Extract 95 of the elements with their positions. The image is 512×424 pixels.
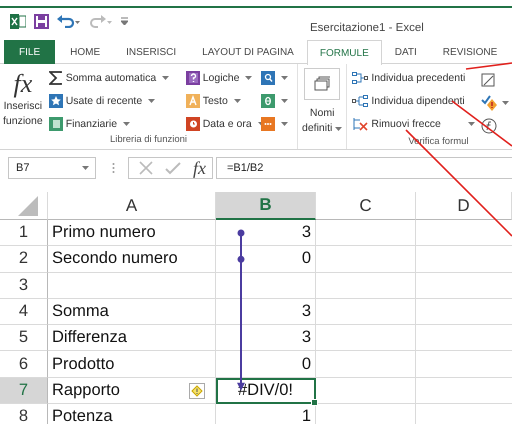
ribbon-tab[interactable]: FORMULE: [306, 40, 382, 65]
ribbon-menu-button[interactable]: Somma automatica: [46, 68, 181, 88]
caret-icon: [82, 166, 89, 170]
error-check-icon[interactable]: [480, 95, 499, 111]
ribbon-menu-button[interactable]: Finanziarie: [46, 114, 181, 134]
table-cell[interactable]: Potenza: [48, 404, 216, 424]
grip-icon: [112, 162, 115, 174]
dependents-icon: [352, 95, 368, 107]
caret-icon: [502, 101, 509, 105]
evaluate-formula-icon[interactable]: [480, 118, 497, 134]
caret-icon: [335, 126, 342, 130]
row-header[interactable]: 4: [0, 298, 48, 326]
row-header[interactable]: 2: [0, 246, 48, 273]
clock-book-icon: [186, 117, 200, 131]
caret-icon: [162, 76, 170, 80]
column-header[interactable]: B: [216, 192, 316, 220]
more-book-icon: [260, 117, 275, 131]
empty-cell[interactable]: [316, 246, 416, 273]
empty-cell[interactable]: [316, 272, 416, 299]
table-cell[interactable]: 0: [216, 351, 316, 378]
save-icon[interactable]: [34, 14, 49, 28]
table-cell[interactable]: Secondo numero: [48, 246, 216, 273]
help-book-icon: [186, 71, 200, 85]
empty-cell[interactable]: [48, 272, 216, 299]
insert-function-button[interactable]: fx Inserisci funzione: [2, 67, 44, 134]
caret-icon: [280, 76, 288, 80]
empty-cell[interactable]: [316, 351, 416, 378]
table-cell[interactable]: #DIV/0!: [216, 378, 316, 404]
table-cell[interactable]: Differenza: [48, 325, 216, 352]
empty-cell[interactable]: [316, 220, 416, 246]
select-all-corner[interactable]: [0, 192, 48, 220]
ribbon-tab[interactable]: INSERISCI: [113, 40, 190, 64]
ribbon-tab[interactable]: REVISIONE: [430, 40, 510, 64]
ribbon-menu-button[interactable]: Testo: [184, 91, 256, 111]
column-header[interactable]: D: [416, 192, 512, 220]
ribbon-tab[interactable]: HOME: [57, 40, 114, 64]
warning-icon[interactable]: [189, 382, 205, 399]
empty-cell[interactable]: [316, 325, 416, 352]
name-box[interactable]: B7: [8, 157, 96, 179]
text-book-icon: [186, 94, 200, 108]
ribbon-menu-button[interactable]: Usate di recente: [46, 91, 181, 111]
file-tab[interactable]: FILE: [4, 40, 56, 64]
ribbon-icon-button[interactable]: [258, 114, 290, 134]
ribbon-tab[interactable]: DATI: [382, 40, 430, 64]
cancel-icon[interactable]: [139, 161, 153, 175]
remove-arrows-icon: [352, 117, 368, 131]
table-cell[interactable]: Primo numero: [48, 220, 216, 246]
table-cell[interactable]: Rapporto: [48, 378, 216, 404]
ribbon-icon-button[interactable]: [258, 91, 290, 111]
caret-icon: [123, 122, 130, 126]
row-header[interactable]: 7: [0, 378, 48, 404]
ribbon-tab[interactable]: LAYOUT DI PAGINA: [189, 40, 307, 64]
caret-icon: [245, 76, 252, 80]
customize-icon[interactable]: [121, 17, 128, 25]
redo-icon[interactable]: [89, 14, 113, 28]
table-cell[interactable]: 3: [216, 325, 316, 352]
sigma-icon: [48, 71, 63, 85]
audit-button[interactable]: Individua precedenti: [350, 68, 477, 88]
caret-icon: [148, 99, 156, 103]
audit-button[interactable]: Individua dipendenti: [350, 91, 477, 111]
star-book-icon: [48, 94, 63, 108]
ledger-icon: [48, 117, 63, 131]
caret-icon: [234, 99, 241, 103]
row-header[interactable]: 3: [0, 272, 48, 299]
enter-icon[interactable]: [165, 161, 181, 175]
precedents-icon: [352, 72, 368, 84]
caret-icon: [468, 122, 475, 126]
undo-icon[interactable]: [57, 14, 81, 28]
row-header[interactable]: 8: [0, 404, 48, 424]
insert-function-button[interactable]: fx: [193, 158, 206, 178]
empty-cell[interactable]: [316, 378, 416, 404]
ribbon-icon-button[interactable]: [258, 68, 290, 88]
formula-field[interactable]: =B1/B2: [216, 157, 512, 179]
window-title: Esercitazione1 - Excel: [310, 22, 424, 34]
empty-cell[interactable]: [316, 298, 416, 326]
table-cell[interactable]: 3: [216, 298, 316, 326]
audit-button[interactable]: Rimuovi frecce: [350, 114, 477, 134]
row-header[interactable]: 1: [0, 220, 48, 246]
caret-icon: [280, 122, 288, 126]
spreadsheet-icon[interactable]: [10, 14, 26, 28]
show-formulas-icon[interactable]: [480, 72, 496, 88]
table-cell[interactable]: Somma: [48, 298, 216, 326]
annotation-line: [466, 62, 512, 70]
column-header[interactable]: C: [316, 192, 416, 220]
caret-icon: [280, 99, 288, 103]
table-cell[interactable]: Prodotto: [48, 351, 216, 378]
empty-cell[interactable]: [216, 272, 316, 299]
name-manager-icon: [313, 76, 332, 92]
search-book-icon: [260, 71, 275, 85]
row-header[interactable]: 5: [0, 325, 48, 352]
table-cell[interactable]: 1: [216, 404, 316, 424]
group-label: Libreria di funzioni: [108, 134, 188, 147]
ribbon-menu-button[interactable]: Logiche: [184, 68, 256, 88]
math-book-icon: [260, 94, 275, 108]
defined-names-button[interactable]: Nomi definiti: [301, 66, 344, 149]
